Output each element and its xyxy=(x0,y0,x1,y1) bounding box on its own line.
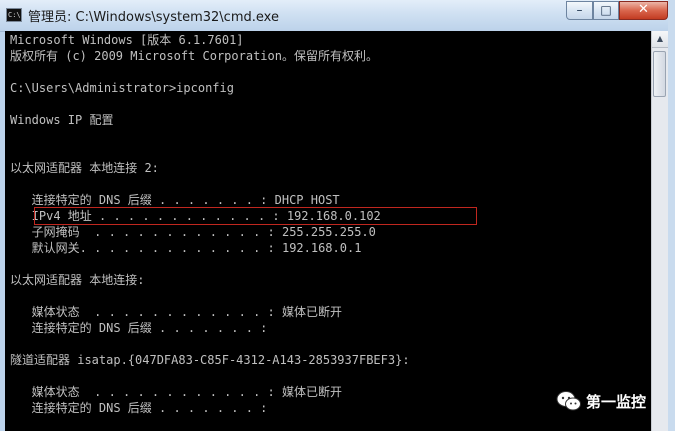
watermark-text: 第一监控 xyxy=(586,393,647,411)
cmd-window: C:\ 管理员: C:\Windows\system32\cmd.exe – □… xyxy=(0,0,675,431)
scroll-thumb[interactable] xyxy=(653,51,666,97)
console-line: 媒体状态 . . . . . . . . . . . . : 媒体已断开 xyxy=(10,385,342,399)
console-line: C:\Users\Administrator>ipconfig xyxy=(10,81,234,95)
ipv4-highlight-box xyxy=(34,207,477,225)
console-line: 以太网适配器 本地连接 2: xyxy=(10,161,159,175)
console-output[interactable]: Microsoft Windows [版本 6.1.7601] 版权所有 (c)… xyxy=(5,31,651,431)
title-bar[interactable]: C:\ 管理员: C:\Windows\system32\cmd.exe – □… xyxy=(0,0,675,32)
window-frame-edge xyxy=(668,0,675,431)
console-line: 隧道适配器 isatap.{047DFA83-C85F-4312-A143-28… xyxy=(10,353,410,367)
console-line: 子网掩码 . . . . . . . . . . . . : 255.255.2… xyxy=(10,225,376,239)
console-line: 连接特定的 DNS 后缀 . . . . . . . : xyxy=(10,321,268,335)
console-line: 媒体状态 . . . . . . . . . . . . : 媒体已断开 xyxy=(10,305,342,319)
console-line: Windows IP 配置 xyxy=(10,113,114,127)
scroll-up-arrow-icon[interactable]: ▲ xyxy=(652,31,668,48)
minimize-button[interactable]: – xyxy=(566,1,593,20)
console-line: Microsoft Windows [版本 6.1.7601] xyxy=(10,33,244,47)
vertical-scrollbar[interactable]: ▲ xyxy=(651,31,668,431)
close-button[interactable]: ✕ xyxy=(619,1,668,20)
console-line: 默认网关. . . . . . . . . . . . . : 192.168.… xyxy=(10,241,362,255)
console-line: 版权所有 (c) 2009 Microsoft Corporation。保留所有… xyxy=(10,49,378,63)
console-line: 连接特定的 DNS 后缀 . . . . . . . : DHCP HOST xyxy=(10,193,340,207)
window-title: 管理员: C:\Windows\system32\cmd.exe xyxy=(28,10,279,25)
maximize-button[interactable]: □ xyxy=(593,1,619,20)
console-line: 以太网适配器 本地连接: xyxy=(10,273,145,287)
cmd-icon[interactable]: C:\ xyxy=(6,8,22,22)
wechat-icon xyxy=(556,391,581,411)
console-line: 连接特定的 DNS 后缀 . . . . . . . : xyxy=(10,401,268,415)
